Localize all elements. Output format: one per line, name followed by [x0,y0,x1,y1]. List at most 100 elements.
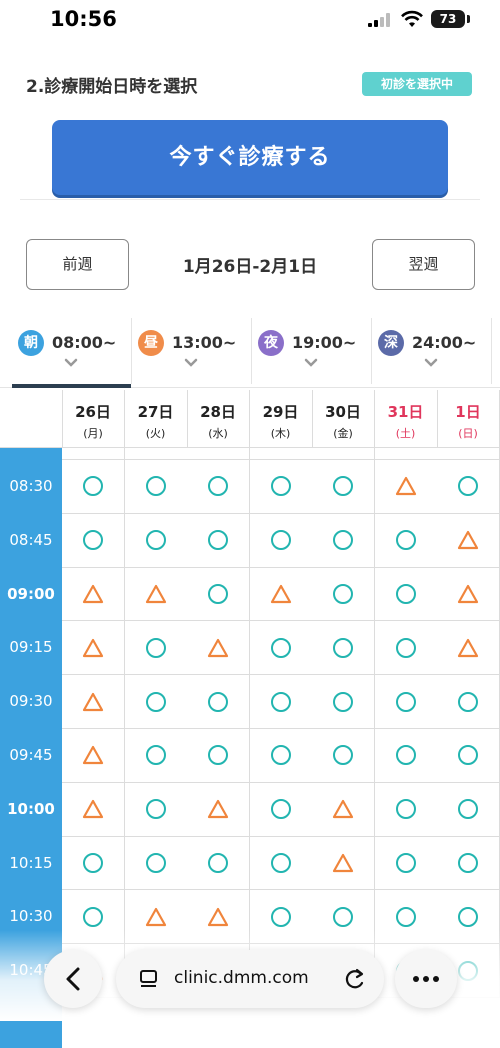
slot-cell[interactable] [312,836,375,891]
slot-cell[interactable] [312,513,375,568]
slot-cell[interactable] [437,460,500,514]
available-circle-icon [145,530,166,551]
slot-cell[interactable] [374,460,438,514]
slot-cell[interactable] [124,460,188,514]
battery-icon: 73 [431,10,465,28]
slot-cell[interactable] [437,782,500,837]
tab-label: 08:00~ [52,333,117,352]
available-circle-icon [208,852,228,873]
few-left-triangle-icon [82,692,104,711]
slot-cell[interactable] [437,513,500,568]
slot-cell[interactable] [187,567,250,622]
slot-cell[interactable] [124,513,188,568]
slot-cell[interactable] [312,460,375,514]
slot-cell[interactable] [249,460,313,514]
slot-cell[interactable] [62,836,125,891]
slot-cell[interactable] [124,782,188,837]
slot-cell[interactable] [437,836,500,891]
slot-cell[interactable] [312,675,375,729]
available-circle-icon [270,745,291,766]
slot-cell[interactable] [312,567,375,622]
slot-cell[interactable] [249,729,313,783]
slot-cell[interactable] [187,836,250,891]
available-circle-icon [395,583,416,604]
day-date: 29日 [262,403,299,421]
next-week-button[interactable]: 翌週 [372,239,475,290]
few-left-triangle-icon [82,746,104,765]
time-band-icon: 夜 [258,330,284,356]
slot-cell[interactable] [187,460,250,514]
slot-cell[interactable] [312,782,375,837]
slot-cell[interactable] [62,782,125,837]
slot-cell[interactable] [62,675,125,729]
tab-0800[interactable]: 朝 08:00~ [12,318,132,384]
slot-time-label: 10:00 [0,782,62,837]
tab-1900[interactable]: 夜 19:00~ [252,318,372,384]
tab-1300[interactable]: 昼 13:00~ [132,318,252,384]
address-bar[interactable]: clinic.dmm.com [116,950,384,1008]
time-band-icon: 昼 [138,330,164,356]
slot-cell[interactable] [62,567,125,622]
slot-cell[interactable] [374,513,438,568]
few-left-triangle-icon [207,907,229,926]
tab-2400[interactable]: 深 24:00~ [372,318,492,384]
slot-cell[interactable] [124,567,188,622]
more-options-button[interactable] [395,950,457,1008]
status-bar: 10:56 73 [0,0,500,44]
grid-spacer [62,448,125,460]
slot-cell[interactable] [374,782,438,837]
available-circle-icon [208,583,228,604]
slot-cell[interactable] [437,675,500,729]
slot-cell[interactable] [437,729,500,783]
active-tab-indicator [12,384,131,388]
tab-label: 24:00~ [412,333,477,352]
few-left-triangle-icon [145,907,166,926]
slot-cell[interactable] [374,567,438,622]
available-circle-icon [83,476,103,497]
available-circle-icon [333,637,353,658]
slot-cell[interactable] [374,675,438,729]
available-circle-icon [83,852,103,873]
few-left-triangle-icon [82,584,104,604]
reload-icon[interactable] [344,968,366,990]
slot-cell[interactable] [187,675,250,729]
slot-cell[interactable] [249,567,313,622]
prev-week-button[interactable]: 前週 [26,239,129,290]
slot-time-label: 09:45 [0,729,62,783]
slot-cell[interactable] [187,513,250,568]
slot-cell[interactable] [249,513,313,568]
slot-cell[interactable] [312,729,375,783]
slot-cell[interactable] [187,782,250,837]
available-circle-icon [395,637,416,658]
slot-cell[interactable] [62,513,125,568]
slot-cell[interactable] [62,621,125,676]
slot-cell[interactable] [437,621,500,676]
slot-cell[interactable] [124,675,188,729]
few-left-triangle-icon [207,638,229,657]
consult-now-button[interactable]: 今すぐ診療する [52,120,448,195]
slot-cell[interactable] [374,621,438,676]
slot-cell[interactable] [249,782,313,837]
few-left-triangle-icon [270,584,291,604]
slot-cell[interactable] [187,729,250,783]
slot-cell[interactable] [62,460,125,514]
day-header: 30日 (金) [312,390,375,448]
slot-time-label: 08:45 [0,513,62,568]
slot-cell[interactable] [437,567,500,622]
slot-cell[interactable] [124,729,188,783]
available-circle-icon [458,906,478,927]
slot-cell[interactable] [249,836,313,891]
slot-cell[interactable] [374,729,438,783]
slot-cell[interactable] [124,621,188,676]
slot-cell[interactable] [187,621,250,676]
slot-cell[interactable] [249,675,313,729]
slot-cell[interactable] [374,836,438,891]
slot-cell[interactable] [249,621,313,676]
tab-label: 13:00~ [172,333,237,352]
slot-cell[interactable] [124,836,188,891]
cellular-signal-icon [368,13,390,27]
browser-back-button[interactable] [44,950,102,1008]
slot-cell[interactable] [62,729,125,783]
available-circle-icon [208,745,228,766]
slot-cell[interactable] [312,621,375,676]
